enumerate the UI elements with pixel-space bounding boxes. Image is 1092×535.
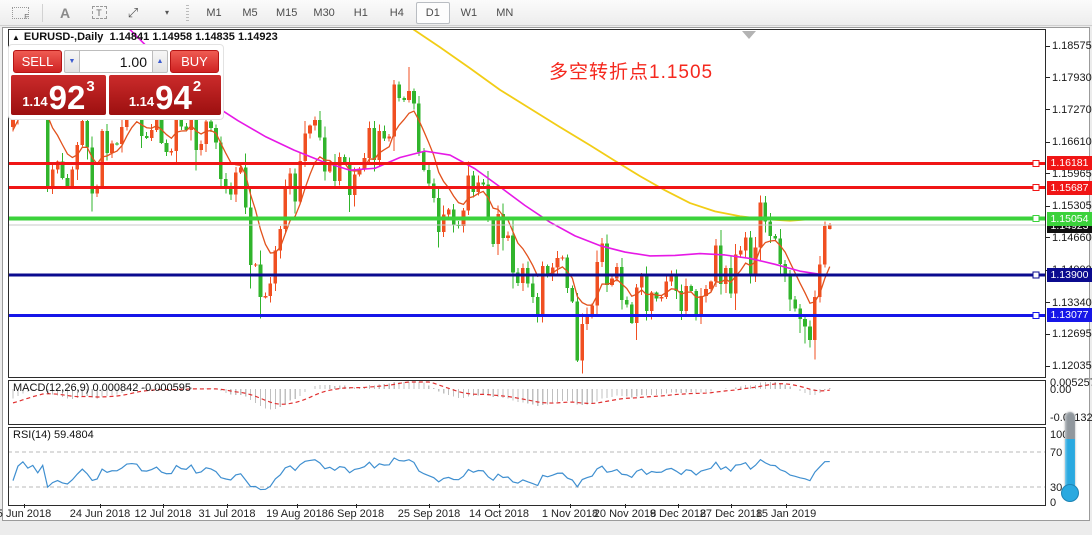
price-badge: 1.13077 <box>1047 308 1092 322</box>
buy-button[interactable]: BUY <box>170 50 219 73</box>
symbol-header: ▲ EURUSD-,Daily 1.14841 1.14958 1.14835 1… <box>12 31 278 43</box>
arrows-icon: ⤢ <box>128 5 138 21</box>
timeframe-button-m1[interactable]: M1 <box>197 2 231 24</box>
volume-increase-button[interactable]: ▲ <box>152 50 168 73</box>
date-label: 6 Sep 2018 <box>328 508 384 520</box>
timeframe-button-h4[interactable]: H4 <box>380 2 414 24</box>
sell-price-big: 92 <box>49 83 86 113</box>
price-tick: 1.12695 <box>1052 328 1092 340</box>
price-tick: 1.16610 <box>1052 136 1092 148</box>
buy-price-big: 94 <box>155 83 192 113</box>
spinner-up-icon: ▲ <box>157 58 164 65</box>
rsi-line <box>13 458 830 490</box>
date-label: 12 Jul 2018 <box>135 508 192 520</box>
symbol-name: EURUSD-,Daily <box>24 31 103 43</box>
sell-price-prefix: 1.14 <box>22 94 47 109</box>
sell-price-pip: 3 <box>86 78 94 95</box>
timeframe-button-d1[interactable]: D1 <box>416 2 450 24</box>
volume-input[interactable] <box>79 50 153 73</box>
price-badge: 1.13900 <box>1047 268 1092 282</box>
volume-decrease-button[interactable]: ▼ <box>64 50 80 73</box>
toolbar-separator <box>42 4 43 22</box>
price-tick-dash <box>1046 302 1050 303</box>
price-tick-dash <box>1046 334 1050 335</box>
timeframe-button-m30[interactable]: M30 <box>306 2 341 24</box>
buy-price-prefix: 1.14 <box>129 94 154 109</box>
chevron-down-icon: ▾ <box>162 8 172 17</box>
thermometer-tube <box>1065 412 1075 492</box>
rsi-indicator-canvas[interactable] <box>8 427 1046 506</box>
price-tick: 1.17270 <box>1052 104 1092 116</box>
buy-price-pip: 2 <box>193 78 201 95</box>
date-label: 5 Jun 2018 <box>0 508 51 520</box>
date-axis[interactable]: 5 Jun 201824 Jun 201812 Jul 201831 Jul 2… <box>8 506 1046 522</box>
price-badge: 1.15054 <box>1047 212 1092 226</box>
price-badge: 1.16181 <box>1047 156 1092 170</box>
price-badge: 1.15687 <box>1047 181 1092 195</box>
date-label: 14 Oct 2018 <box>469 508 529 520</box>
fibonacci-icon: F <box>12 7 29 19</box>
price-tick-dash <box>1046 206 1050 207</box>
sell-price-box[interactable]: 1.14 92 3 <box>11 75 106 115</box>
price-tick-dash <box>1046 109 1050 110</box>
date-label: 20 Nov 2018 <box>594 508 656 520</box>
price-tick: 1.14660 <box>1052 232 1092 244</box>
date-label: 9 Dec 2018 <box>650 508 706 520</box>
price-tick-dash <box>1046 237 1050 238</box>
text-label-tool-button[interactable]: A <box>48 2 82 24</box>
thermometer-slider[interactable] <box>1058 412 1082 508</box>
timeframe-button-h1[interactable]: H1 <box>344 2 378 24</box>
timeframe-button-w1[interactable]: W1 <box>452 2 486 24</box>
arrows-dropdown-button[interactable]: ▾ <box>150 2 184 24</box>
macd-label: MACD(12,26,9) 0.000842 -0.000595 <box>13 382 191 394</box>
date-label: 19 Aug 2018 <box>266 508 328 520</box>
rsi-scale-label: 0 <box>1050 497 1056 509</box>
rsi-label: RSI(14) 59.4804 <box>13 429 94 441</box>
price-tick: 1.12035 <box>1052 360 1092 372</box>
date-label: 24 Jun 2018 <box>70 508 131 520</box>
price-tick: 1.13340 <box>1052 297 1092 309</box>
spinner-down-icon: ▼ <box>69 58 76 65</box>
date-label: 25 Sep 2018 <box>398 508 460 520</box>
collapse-triangle-icon: ▲ <box>12 33 20 42</box>
macd-scale-label: 0.00 <box>1050 384 1071 396</box>
price-tick: 1.15305 <box>1052 200 1092 212</box>
date-label: 15 Jan 2019 <box>756 508 817 520</box>
arrows-tool-button[interactable]: ⤢ <box>116 2 150 24</box>
price-tick-dash <box>1046 46 1050 47</box>
date-label: 1 Nov 2018 <box>542 508 598 520</box>
price-tick-dash <box>1046 366 1050 367</box>
text-box-icon: T <box>92 6 107 19</box>
price-tick: 1.18575 <box>1052 40 1092 52</box>
fibonacci-tool-button[interactable]: F <box>3 2 37 24</box>
timeframe-button-m15[interactable]: M15 <box>269 2 304 24</box>
chart-annotation: 多空转折点1.1505 <box>549 57 713 84</box>
date-label: 27 Dec 2018 <box>700 508 762 520</box>
buy-price-box[interactable]: 1.14 94 2 <box>109 75 221 115</box>
timeframe-button-mn[interactable]: MN <box>488 2 522 24</box>
price-tick-dash <box>1046 77 1050 78</box>
top-toolbar: F A T ⤢ ▾ M1M5M15M30H1H4D1W1MN <box>0 0 1092 26</box>
chart-shift-marker-icon <box>742 31 756 39</box>
text-label-icon: A <box>60 5 70 21</box>
price-tick-dash <box>1046 173 1050 174</box>
text-box-tool-button[interactable]: T <box>82 2 116 24</box>
timeframe-bar: M1M5M15M30H1H4D1W1MN <box>197 2 522 24</box>
date-label: 31 Jul 2018 <box>199 508 256 520</box>
sell-button[interactable]: SELL <box>13 50 62 73</box>
price-tick: 1.17930 <box>1052 72 1092 84</box>
ohlc-values: 1.14841 1.14958 1.14835 1.14923 <box>110 31 278 43</box>
one-click-trading-panel: SELL ▼ ▲ BUY 1.14 92 3 1.14 94 2 <box>8 44 224 120</box>
price-tick-dash <box>1046 142 1050 143</box>
timeframe-button-m5[interactable]: M5 <box>233 2 267 24</box>
toolbar-grip[interactable] <box>186 5 191 21</box>
thermometer-bulb-icon <box>1061 484 1079 502</box>
horizontal-line-objects[interactable] <box>8 160 1045 318</box>
